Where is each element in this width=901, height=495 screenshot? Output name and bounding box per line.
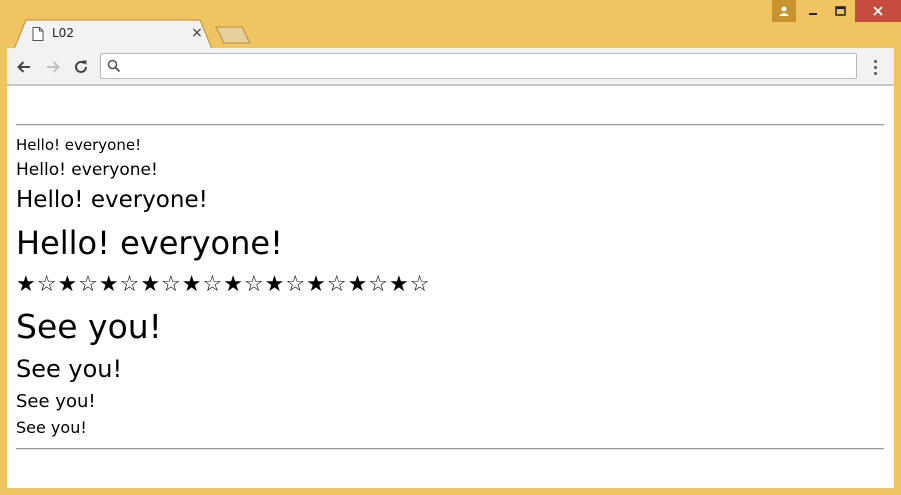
- hello-line-3: Hello! everyone!: [16, 187, 208, 213]
- seeyou-line-4: See you!: [16, 418, 87, 437]
- hello-line-4: Hello! everyone!: [16, 224, 283, 262]
- back-arrow-icon: [17, 61, 30, 73]
- seeyou-line-1: See you!: [16, 307, 162, 346]
- forward-arrow-icon: [47, 61, 60, 73]
- user-icon: [779, 6, 789, 16]
- seeyou-line-3: See you!: [16, 391, 96, 412]
- star-row: ★☆★☆★☆★☆★☆★☆★☆★☆★☆★☆: [16, 272, 431, 297]
- forward-button[interactable]: [42, 56, 64, 78]
- reload-button[interactable]: [70, 56, 92, 78]
- maximize-icon: [835, 6, 846, 16]
- minimize-icon: [809, 13, 817, 15]
- new-tab-button[interactable]: [214, 25, 252, 45]
- maximize-button[interactable]: [827, 0, 854, 22]
- browser-tab[interactable]: L02 ×: [14, 19, 212, 49]
- menu-icon: [873, 59, 877, 63]
- search-icon: [107, 59, 121, 73]
- horizontal-rule-bottom: [16, 448, 884, 450]
- user-profile-button[interactable]: [772, 0, 796, 22]
- back-button[interactable]: [13, 56, 35, 78]
- address-input[interactable]: [127, 56, 847, 76]
- tab-title: L02: [52, 26, 74, 40]
- browser-toolbar: [7, 48, 894, 85]
- minimize-button[interactable]: [800, 0, 826, 22]
- tab-close-icon[interactable]: ×: [190, 26, 204, 40]
- seeyou-line-2: See you!: [16, 355, 123, 383]
- menu-button[interactable]: [867, 56, 883, 78]
- address-bar[interactable]: [100, 53, 857, 79]
- hello-line-1: Hello! everyone!: [16, 136, 142, 154]
- horizontal-rule-top: [16, 124, 884, 126]
- hello-line-2: Hello! everyone!: [16, 160, 158, 180]
- page-icon: [32, 27, 44, 41]
- window-close-button[interactable]: [855, 0, 901, 22]
- close-icon: [873, 6, 883, 16]
- page-content: Hello! everyone! Hello! everyone! Hello!…: [7, 86, 894, 488]
- window-titlebar: L02 ×: [0, 0, 901, 49]
- reload-icon: [75, 60, 87, 73]
